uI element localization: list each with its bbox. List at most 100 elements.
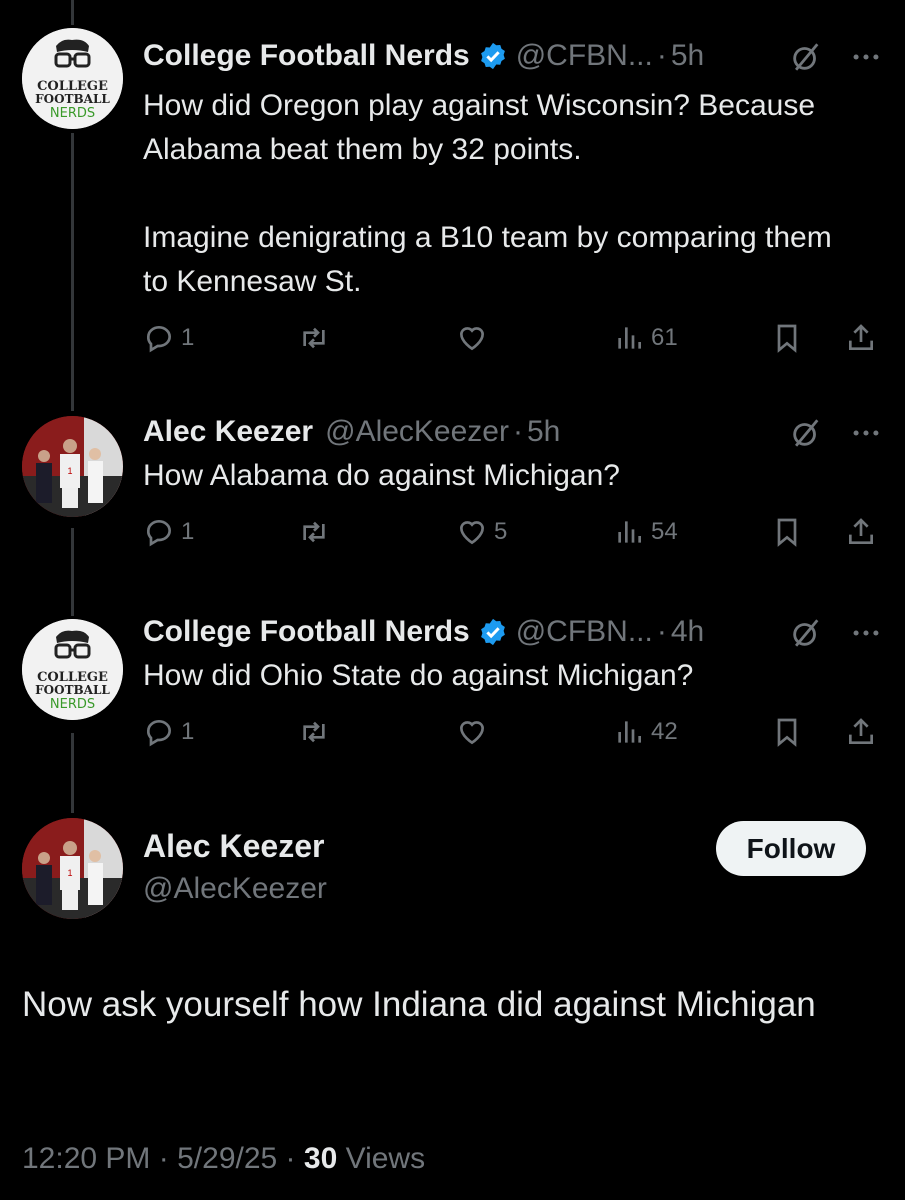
heart-icon <box>459 327 485 351</box>
main-author-name[interactable]: Alec Keezer <box>143 828 324 865</box>
share-icon <box>849 324 873 350</box>
svg-text:1: 1 <box>67 868 72 878</box>
tweet-text: How did Ohio State do against Michigan? <box>143 659 694 692</box>
tweet-text: How Alabama do against Michigan? <box>143 459 620 492</box>
share-button[interactable] <box>845 716 877 748</box>
tweet-text: How did Oregon play against Wisconsin? B… <box>143 89 832 298</box>
more-options-icon[interactable] <box>849 616 883 650</box>
reply-button[interactable]: 1 <box>143 322 194 354</box>
thread-line <box>71 133 74 411</box>
reply-button[interactable]: 1 <box>143 516 194 548</box>
views-button[interactable]: 42 <box>613 716 678 748</box>
bookmark-button[interactable] <box>771 716 803 748</box>
like-button[interactable]: 5 <box>456 516 507 548</box>
post-time[interactable]: 12:20 PM <box>22 1142 150 1175</box>
separator: · <box>512 415 523 448</box>
views-count: 42 <box>651 718 678 745</box>
separator: · <box>656 39 667 72</box>
alec-keezer-avatar[interactable]: 1 <box>22 416 123 517</box>
action-bar: 1 61 <box>143 322 883 362</box>
post-date[interactable]: 5/29/25 <box>177 1142 277 1175</box>
photo-avatar-icon: 1 <box>22 416 123 517</box>
like-count: 5 <box>494 518 508 545</box>
retweet-button[interactable] <box>298 516 336 548</box>
retweet-icon <box>303 327 325 349</box>
grok-icon[interactable] <box>789 416 823 450</box>
cfbn-avatar[interactable]: COLLEGE FOOTBALL NERDS <box>22 28 123 129</box>
main-tweet-text: Now ask yourself how Indiana did against… <box>22 985 816 1024</box>
grok-icon[interactable] <box>789 40 823 74</box>
timestamp[interactable]: 5h <box>671 39 704 73</box>
bookmark-icon <box>777 324 797 353</box>
thread-line <box>71 733 74 813</box>
follow-button[interactable]: Follow <box>716 821 866 876</box>
author-handle[interactable]: @CFBN... <box>516 39 653 73</box>
reply-icon <box>146 720 171 747</box>
views-icon <box>618 721 641 743</box>
reply-button[interactable]: 1 <box>143 716 194 748</box>
share-icon <box>849 718 873 744</box>
tweet-meta: 12:20 PM · 5/29/25 · 30 Views <box>22 1142 425 1176</box>
action-bar: 1 42 <box>143 716 883 756</box>
more-options-icon[interactable] <box>849 40 883 74</box>
views-button[interactable]: 61 <box>613 322 678 354</box>
bookmark-icon <box>777 518 797 547</box>
reply-count: 1 <box>181 718 195 745</box>
retweet-icon <box>303 721 325 743</box>
timestamp[interactable]: 4h <box>671 615 704 649</box>
reply-icon <box>146 326 171 353</box>
tweet-3[interactable]: College Football Nerds @CFBN... · 4h How… <box>143 612 883 756</box>
bookmark-button[interactable] <box>771 322 803 354</box>
verified-badge-icon <box>480 42 505 70</box>
grok-icon[interactable] <box>789 616 823 650</box>
logo-text-nerds: NERDS <box>50 106 95 121</box>
thread-line <box>71 528 74 616</box>
share-button[interactable] <box>845 516 877 548</box>
bookmark-button[interactable] <box>771 516 803 548</box>
separator: · <box>656 615 667 648</box>
views-icon <box>618 327 641 349</box>
retweet-icon <box>303 521 325 543</box>
svg-text:1: 1 <box>67 466 72 476</box>
views-count: 30 <box>303 1142 338 1175</box>
separator: · <box>285 1142 296 1175</box>
tweet-2[interactable]: Alec Keezer @AlecKeezer · 5h How Alabama… <box>143 412 883 556</box>
cfbn-avatar[interactable]: COLLEGE FOOTBALL NERDS <box>22 619 123 720</box>
logo-text-nerds: NERDS <box>50 697 95 712</box>
more-options-icon[interactable] <box>849 416 883 450</box>
separator: · <box>158 1142 169 1175</box>
thread-line <box>71 0 74 25</box>
bookmark-icon <box>777 718 797 747</box>
cfbn-logo-icon: COLLEGE FOOTBALL NERDS <box>22 619 123 720</box>
views-button[interactable]: 54 <box>613 516 678 548</box>
photo-avatar-icon: 1 <box>22 818 123 919</box>
reply-count: 1 <box>181 518 195 545</box>
retweet-button[interactable] <box>298 322 336 354</box>
tweet-1[interactable]: College Football Nerds @CFBN... · 5h How… <box>143 36 883 362</box>
like-button[interactable] <box>456 716 494 748</box>
author-name[interactable]: Alec Keezer <box>143 415 313 449</box>
views-icon <box>618 521 641 543</box>
views-label: Views <box>345 1142 426 1175</box>
reply-count: 1 <box>181 324 195 351</box>
views-count: 54 <box>651 518 678 545</box>
reply-icon <box>146 520 171 547</box>
alec-keezer-avatar[interactable]: 1 <box>22 818 123 919</box>
action-bar: 1 5 54 <box>143 516 883 556</box>
timestamp[interactable]: 5h <box>527 415 560 449</box>
heart-icon <box>459 521 485 545</box>
author-handle[interactable]: @CFBN... <box>516 615 653 649</box>
author-name[interactable]: College Football Nerds <box>143 615 470 649</box>
views-count: 61 <box>651 324 678 351</box>
logo-text-football: FOOTBALL <box>35 92 110 106</box>
author-name[interactable]: College Football Nerds <box>143 39 470 73</box>
like-button[interactable] <box>456 322 494 354</box>
share-icon <box>849 518 873 544</box>
retweet-button[interactable] <box>298 716 336 748</box>
main-author-handle[interactable]: @AlecKeezer <box>143 872 327 906</box>
cfbn-logo-icon: COLLEGE FOOTBALL NERDS <box>22 28 123 129</box>
author-handle[interactable]: @AlecKeezer <box>325 415 509 449</box>
heart-icon <box>459 721 485 745</box>
share-button[interactable] <box>845 322 877 354</box>
logo-text-football: FOOTBALL <box>35 683 110 697</box>
